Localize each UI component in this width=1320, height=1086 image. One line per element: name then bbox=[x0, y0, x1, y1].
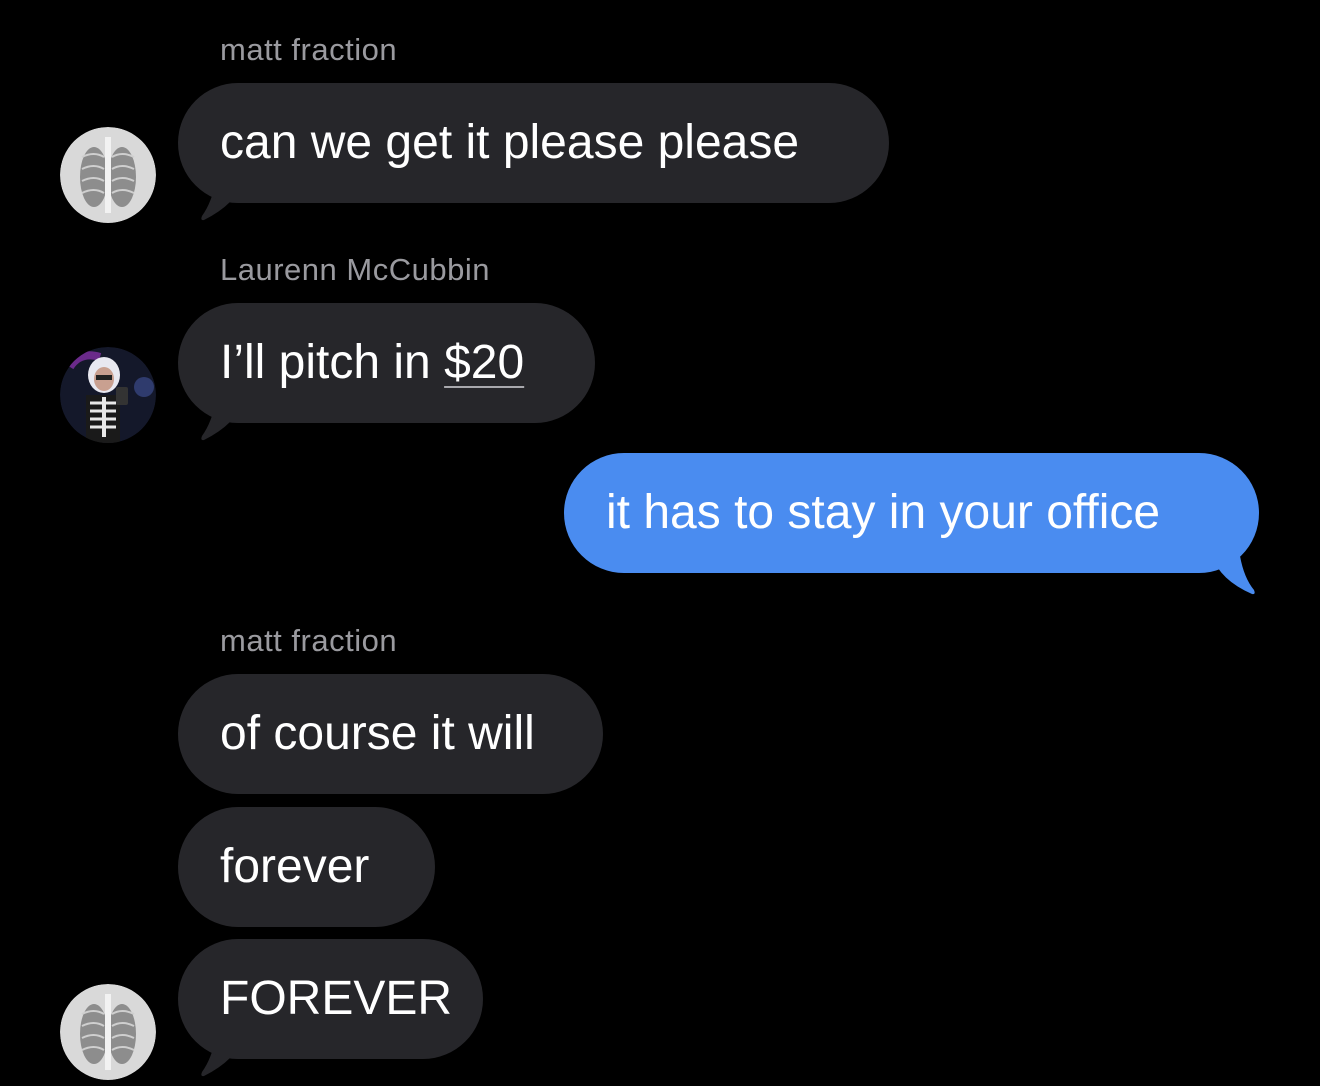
xray-chest-avatar[interactable] bbox=[60, 127, 156, 223]
sender-name: Laurenn McCubbin bbox=[220, 252, 490, 287]
message-bubble[interactable]: can we get it please please bbox=[178, 83, 889, 203]
selfie-avatar[interactable] bbox=[60, 347, 156, 443]
message-bubble[interactable]: FOREVER bbox=[178, 939, 483, 1059]
message-text: FOREVER bbox=[220, 972, 453, 1025]
message-text: forever bbox=[220, 840, 370, 893]
message-text: of course it will bbox=[220, 707, 535, 760]
message-bubble[interactable]: it has to stay in your office bbox=[564, 453, 1259, 573]
message-bubble[interactable]: I’ll pitch in $20 bbox=[178, 303, 595, 423]
previous-bubble-tail bbox=[1200, 0, 1240, 10]
sender-name: matt fraction bbox=[220, 32, 398, 67]
message-text: can we get it please please bbox=[220, 116, 800, 169]
message-text: I’ll pitch in bbox=[220, 336, 445, 389]
sender-name: matt fraction bbox=[220, 623, 398, 658]
message-bubble[interactable]: forever bbox=[178, 807, 435, 927]
message-bubble[interactable]: of course it will bbox=[178, 674, 603, 794]
money-amount-link[interactable]: $20 bbox=[444, 336, 524, 389]
xray-chest-avatar[interactable] bbox=[60, 984, 156, 1080]
message-text: it has to stay in your office bbox=[606, 486, 1161, 539]
